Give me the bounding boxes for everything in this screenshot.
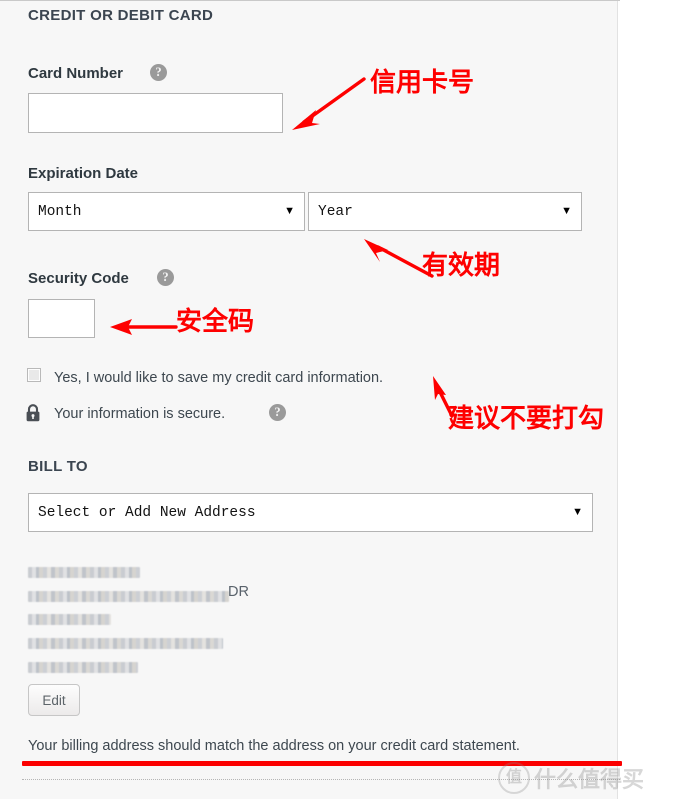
card-number-help-icon[interactable]: ? <box>150 64 167 81</box>
lock-icon <box>26 404 40 422</box>
expiration-date-label: Expiration Date <box>28 165 139 182</box>
annotation-checkbox-text: 建议不要打勾 <box>448 404 605 434</box>
saved-address-line <box>28 614 111 625</box>
card-number-input[interactable] <box>28 93 283 133</box>
security-code-help-icon[interactable]: ? <box>157 269 174 286</box>
saved-address-line <box>28 567 140 578</box>
bill-to-section-title: BILL TO <box>28 458 88 475</box>
billing-address-select[interactable]: Select or Add New Address ▼ <box>28 493 593 532</box>
expiration-month-select[interactable]: Month ▼ <box>28 192 305 231</box>
save-card-checkbox[interactable] <box>27 368 41 382</box>
expiration-year-select[interactable]: Year ▼ <box>308 192 582 231</box>
chevron-down-icon: ▼ <box>284 205 295 217</box>
expiration-year-value: Year <box>318 203 353 220</box>
chevron-down-icon: ▼ <box>561 205 572 217</box>
saved-address-line <box>28 638 223 649</box>
annotation-card-number-text: 信用卡号 <box>370 68 475 98</box>
edit-address-button[interactable]: Edit <box>28 684 80 716</box>
chevron-down-icon: ▼ <box>572 506 583 518</box>
saved-address-line2-tail: DR <box>228 584 249 600</box>
saved-address-line <box>28 591 229 602</box>
secure-notice-help-icon[interactable]: ? <box>269 404 286 421</box>
billing-address-value: Select or Add New Address <box>38 504 256 521</box>
annotation-expiration-text: 有效期 <box>422 251 501 281</box>
card-number-label: Card Number <box>28 65 124 82</box>
annotation-security-code-text: 安全码 <box>176 307 255 337</box>
save-card-label: Yes, I would like to save my credit card… <box>54 370 384 386</box>
annotation-arrow-card-number <box>292 77 366 130</box>
saved-address-line <box>28 662 138 673</box>
credit-card-section-title: CREDIT OR DEBIT CARD <box>28 7 214 24</box>
security-code-input[interactable] <box>28 299 95 338</box>
secure-notice-label: Your information is secure. <box>54 406 226 422</box>
security-code-label: Security Code <box>28 270 129 287</box>
watermark: 值 什么值得买 <box>498 762 644 794</box>
checkout-payment-page: CREDIT OR DEBIT CARD Card Number ? Expir… <box>0 0 673 799</box>
annotation-arrow-security-code <box>110 319 178 335</box>
watermark-badge-icon: 值 <box>498 762 530 794</box>
watermark-text: 什么值得买 <box>534 768 645 793</box>
expiration-month-value: Month <box>38 203 82 220</box>
billing-address-note: Your billing address should match the ad… <box>28 738 520 754</box>
